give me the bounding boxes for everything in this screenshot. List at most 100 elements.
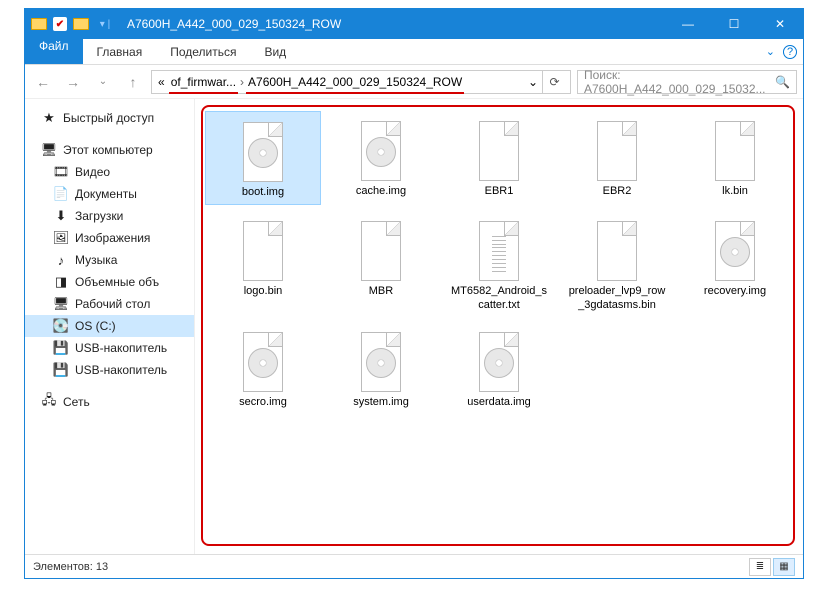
file-icon [589, 215, 645, 281]
view-details-button[interactable]: ≣ [749, 558, 771, 576]
titlebar: ✔ ▾ | A7600H_A442_000_029_150324_ROW — ☐… [25, 9, 803, 39]
file-name: cache.img [356, 185, 406, 199]
file-name: EBR1 [485, 185, 514, 199]
file-name: system.img [353, 396, 409, 410]
recent-dropdown[interactable]: ⌄ [91, 70, 115, 94]
usb-icon: 💾 [53, 362, 69, 378]
sidebar-pictures[interactable]: 🖼Изображения [25, 227, 194, 249]
ribbon-tab-view[interactable]: Вид [250, 39, 300, 64]
cube-icon: ◨ [53, 274, 69, 290]
star-icon: ★ [41, 110, 57, 126]
file-item[interactable]: system.img [323, 322, 439, 414]
file-icon [471, 215, 527, 281]
file-item[interactable]: recovery.img [677, 211, 793, 317]
file-icon [235, 116, 291, 182]
qat-checkbox-icon[interactable]: ✔ [53, 17, 67, 31]
breadcrumb-overflow[interactable]: « [156, 75, 167, 89]
file-item[interactable]: userdata.img [441, 322, 557, 414]
file-name: boot.img [242, 186, 284, 200]
sidebar-documents[interactable]: 📄Документы [25, 183, 194, 205]
breadcrumb[interactable]: « of_firmwar... › A7600H_A442_000_029_15… [151, 70, 571, 94]
ribbon: Файл Главная Поделиться Вид ⌄ ? [25, 39, 803, 65]
sidebar-downloads[interactable]: ⬇Загрузки [25, 205, 194, 227]
sidebar-network[interactable]: 🖧Сеть [25, 391, 194, 413]
item-count: Элементов: 13 [33, 561, 108, 573]
refresh-button[interactable]: ⟳ [542, 70, 566, 94]
sidebar-video[interactable]: 🎞Видео [25, 161, 194, 183]
file-item[interactable]: boot.img [205, 111, 321, 205]
desktop-icon: 🖥 [53, 296, 69, 312]
sidebar-quick-access[interactable]: ★Быстрый доступ [25, 107, 194, 129]
video-icon: 🎞 [53, 164, 69, 180]
help-icon[interactable]: ? [783, 45, 797, 59]
file-item[interactable]: MBR [323, 211, 439, 317]
file-icon [353, 215, 409, 281]
ribbon-expand-icon[interactable]: ⌄ [766, 45, 775, 58]
image-icon: 🖼 [53, 230, 69, 246]
ribbon-tab-share[interactable]: Поделиться [156, 39, 250, 64]
search-placeholder: Поиск: A7600H_A442_000_029_15032... [584, 68, 771, 96]
file-icon [353, 115, 409, 181]
file-name: recovery.img [704, 285, 766, 299]
music-icon: ♪ [53, 252, 69, 268]
file-icon [707, 115, 763, 181]
back-button[interactable]: ← [31, 70, 55, 94]
file-grid: boot.img cache.img EBR1 EBR2 lk.bin logo.bin M… [201, 107, 797, 418]
file-icon [707, 215, 763, 281]
breadcrumb-sep-1: › [240, 75, 244, 89]
sidebar-os-c[interactable]: 💽OS (C:) [25, 315, 194, 337]
address-bar: ← → ⌄ ↑ « of_firmwar... › A7600H_A442_00… [25, 65, 803, 99]
file-icon [471, 326, 527, 392]
sidebar-this-pc[interactable]: 🖥Этот компьютер [25, 139, 194, 161]
file-name: secro.img [239, 396, 287, 410]
file-item[interactable]: MT6582_Android_scatter.txt [441, 211, 557, 317]
drive-icon: 💽 [53, 318, 69, 334]
app-icon [29, 14, 49, 34]
file-icon [235, 215, 291, 281]
qat-folder-icon[interactable] [71, 14, 91, 34]
maximize-button[interactable]: ☐ [711, 9, 757, 39]
file-name: EBR2 [603, 185, 632, 199]
minimize-button[interactable]: — [665, 9, 711, 39]
network-icon: 🖧 [41, 394, 57, 410]
file-name: preloader_lvp9_row_3gdatasms.bin [567, 285, 667, 313]
file-name: userdata.img [467, 396, 531, 410]
document-icon: 📄 [53, 186, 69, 202]
file-item[interactable]: cache.img [323, 111, 439, 205]
window-title: A7600H_A442_000_029_150324_ROW [119, 17, 665, 31]
search-icon[interactable]: 🔍 [775, 75, 790, 89]
file-icon [471, 115, 527, 181]
file-name: logo.bin [244, 285, 283, 299]
ribbon-tab-home[interactable]: Главная [83, 39, 157, 64]
file-name: lk.bin [722, 185, 748, 199]
forward-button[interactable]: → [61, 70, 85, 94]
statusbar: Элементов: 13 ≣ ▦ [25, 554, 803, 578]
search-input[interactable]: Поиск: A7600H_A442_000_029_15032... 🔍 [577, 70, 797, 94]
breadcrumb-dropdown[interactable]: ⌄ [526, 75, 540, 89]
sidebar: ★Быстрый доступ 🖥Этот компьютер 🎞Видео 📄… [25, 99, 195, 554]
file-item[interactable]: preloader_lvp9_row_3gdatasms.bin [559, 211, 675, 317]
view-large-icons-button[interactable]: ▦ [773, 558, 795, 576]
file-item[interactable]: EBR1 [441, 111, 557, 205]
close-button[interactable]: ✕ [757, 9, 803, 39]
file-item[interactable]: EBR2 [559, 111, 675, 205]
file-item[interactable]: lk.bin [677, 111, 793, 205]
file-name: MBR [369, 285, 393, 299]
sidebar-desktop[interactable]: 🖥Рабочий стол [25, 293, 194, 315]
breadcrumb-part1[interactable]: of_firmwar... [169, 75, 238, 89]
content-area: boot.img cache.img EBR1 EBR2 lk.bin logo.bin M… [195, 99, 803, 554]
up-button[interactable]: ↑ [121, 70, 145, 94]
file-name: MT6582_Android_scatter.txt [449, 285, 549, 313]
file-item[interactable]: logo.bin [205, 211, 321, 317]
sidebar-3dobjects[interactable]: ◨Объемные объ [25, 271, 194, 293]
file-icon [235, 326, 291, 392]
download-icon: ⬇ [53, 208, 69, 224]
usb-icon: 💾 [53, 340, 69, 356]
breadcrumb-part2[interactable]: A7600H_A442_000_029_150324_ROW [246, 75, 464, 89]
sidebar-music[interactable]: ♪Музыка [25, 249, 194, 271]
sidebar-usb2[interactable]: 💾USB-накопитель [25, 359, 194, 381]
sidebar-usb1[interactable]: 💾USB-накопитель [25, 337, 194, 359]
file-item[interactable]: secro.img [205, 322, 321, 414]
ribbon-tab-file[interactable]: Файл [25, 39, 83, 64]
file-icon [353, 326, 409, 392]
